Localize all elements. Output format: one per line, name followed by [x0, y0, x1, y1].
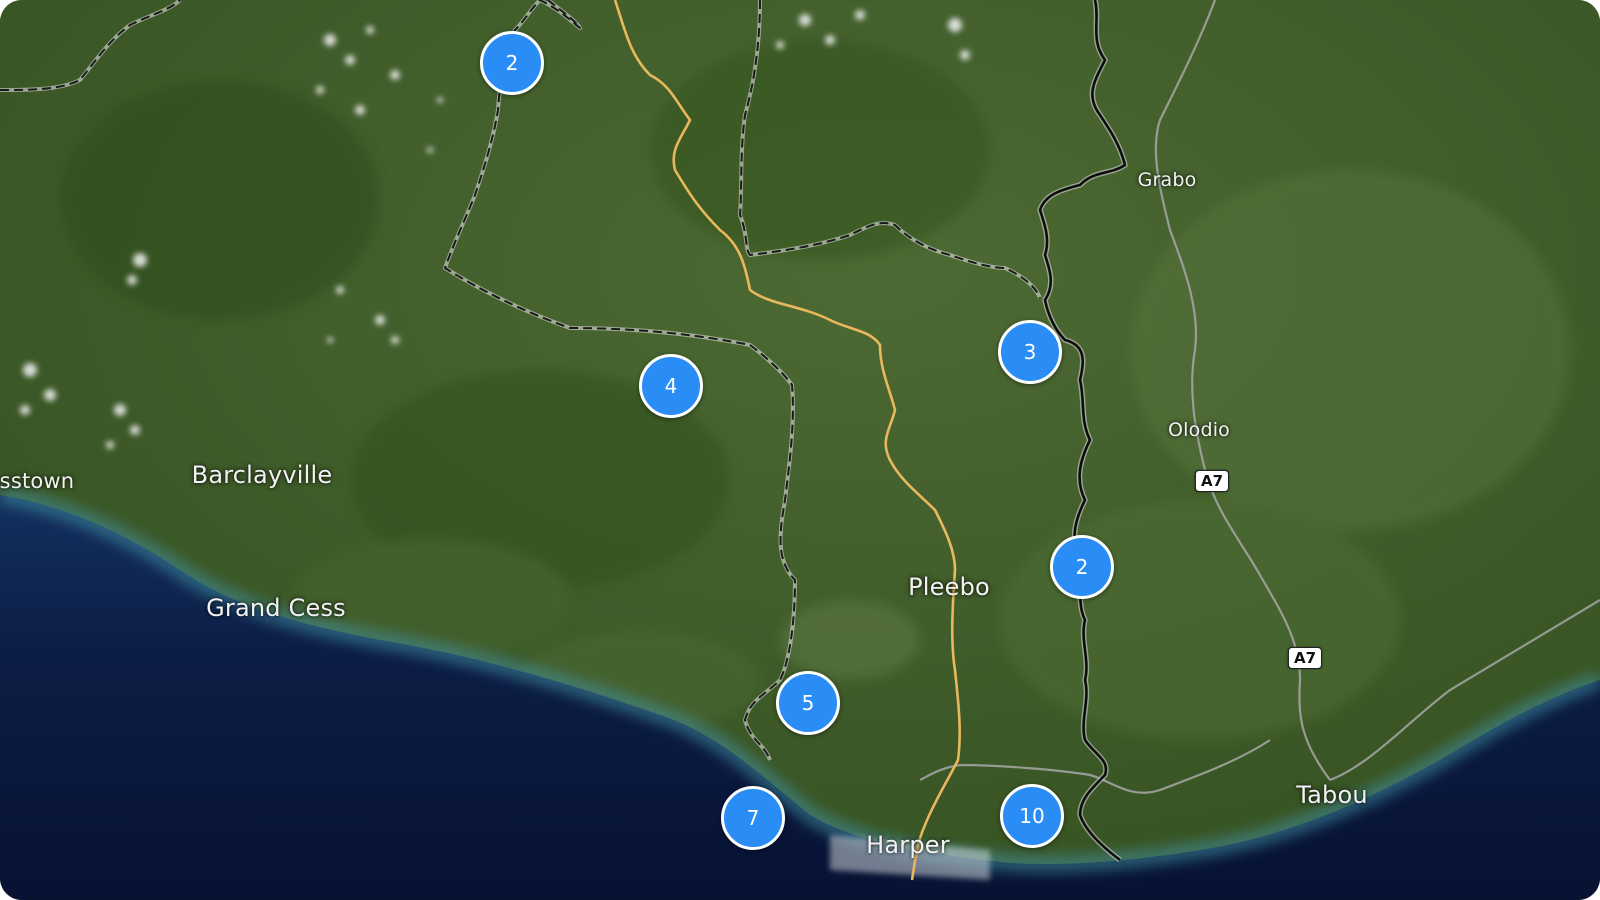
place-label-harper: Harper	[866, 831, 950, 859]
place-label-tabou: Tabou	[1296, 781, 1368, 809]
place-label-grabo: Grabo	[1137, 169, 1197, 191]
place-label-grand-cess: Grand Cess	[206, 594, 346, 622]
place-label-pleebo: Pleebo	[908, 573, 990, 601]
place-label-barclayville: Barclayville	[191, 461, 333, 489]
cluster-marker[interactable]: 2	[480, 31, 544, 95]
map-base-layer	[0, 0, 1600, 900]
cluster-marker[interactable]: 5	[776, 671, 840, 735]
map-view[interactable]: Barclayville Grand Cess sstown Pleebo Ha…	[0, 0, 1600, 900]
place-label-olodio: Olodio	[1167, 419, 1231, 441]
cluster-marker[interactable]: 3	[998, 320, 1062, 384]
cluster-marker[interactable]: 7	[721, 786, 785, 850]
road-shield-a7-south: A7	[1287, 647, 1323, 669]
cluster-marker[interactable]: 10	[1000, 784, 1064, 848]
cluster-marker[interactable]: 4	[639, 354, 703, 418]
place-label-sstown: sstown	[0, 469, 75, 493]
road-shield-a7-north: A7	[1194, 470, 1230, 492]
cluster-marker[interactable]: 2	[1050, 535, 1114, 599]
